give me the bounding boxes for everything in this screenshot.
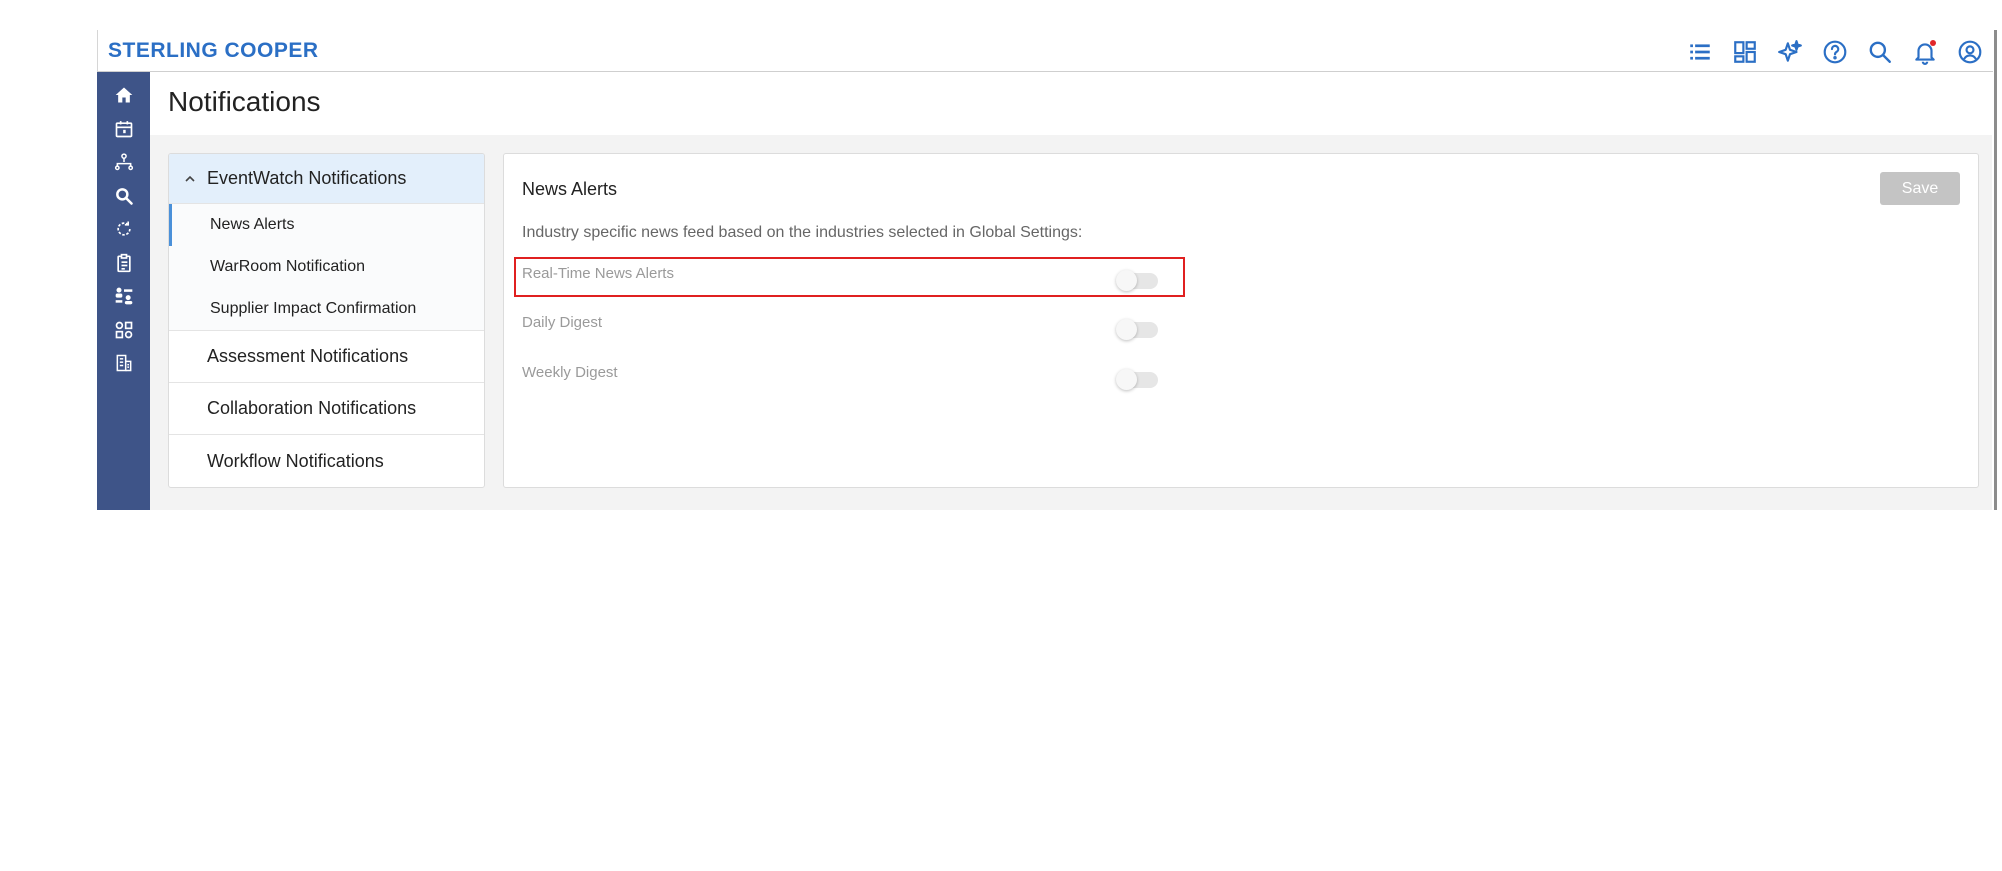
ai-sparkle-icon[interactable] xyxy=(1774,36,1805,67)
setting-label: Real-Time News Alerts xyxy=(522,265,674,282)
save-button[interactable]: Save xyxy=(1880,172,1960,205)
bell-icon[interactable] xyxy=(1909,36,1940,67)
sidebar xyxy=(97,72,150,510)
refresh-icon[interactable] xyxy=(113,218,135,240)
building-icon[interactable] xyxy=(113,352,135,374)
network-icon[interactable] xyxy=(113,151,135,173)
content-area: EventWatch Notifications News Alerts War… xyxy=(150,135,1992,510)
scrollbar[interactable] xyxy=(1994,30,1997,510)
panel-description: Industry specific news feed based on the… xyxy=(522,224,1083,241)
nav-group-eventwatch[interactable]: EventWatch Notifications xyxy=(169,154,484,204)
toggle-knob xyxy=(1116,270,1137,291)
nav-group-collaboration[interactable]: Collaboration Notifications xyxy=(169,383,484,435)
real-time-news-alerts-toggle[interactable] xyxy=(1116,270,1158,291)
nav-group-label: Assessment Notifications xyxy=(207,346,409,366)
clipboard-icon[interactable] xyxy=(113,252,135,274)
home-icon[interactable] xyxy=(113,84,135,106)
search-icon[interactable] xyxy=(113,185,135,207)
nav-group-label: Workflow Notifications xyxy=(207,450,384,471)
nav-item-warroom-notification[interactable]: WarRoom Notification xyxy=(169,246,484,288)
user-account-icon[interactable] xyxy=(1954,36,1985,67)
top-bar: STERLING COOPER xyxy=(97,30,1993,72)
panel-title: News Alerts xyxy=(522,179,618,199)
nav-item-supplier-impact-confirmation[interactable]: Supplier Impact Confirmation xyxy=(169,288,484,330)
top-toolbar xyxy=(1684,36,1985,67)
apps-icon[interactable] xyxy=(113,319,135,341)
setting-label: Weekly Digest xyxy=(522,364,618,381)
brand-logo[interactable]: STERLING COOPER xyxy=(108,39,319,63)
settings-panel: News Alerts Save Industry specific news … xyxy=(503,153,1979,488)
page-title: Notifications xyxy=(168,86,321,117)
calendar-icon[interactable] xyxy=(113,118,135,140)
chevron-up-icon xyxy=(184,173,198,185)
nav-group-workflow[interactable]: Workflow Notifications xyxy=(169,435,484,487)
toggle-knob xyxy=(1116,319,1137,340)
nav-group-label: Collaboration Notifications xyxy=(207,398,417,418)
setting-label: Daily Digest xyxy=(522,314,603,331)
setting-row-weekly-digest: Weekly Digest xyxy=(522,364,1202,404)
page-header: Notifications xyxy=(150,72,1992,135)
notification-dot xyxy=(1930,40,1936,46)
app-window: STERLING COOPER Notifications EventWatch… xyxy=(97,30,1997,510)
nav-item-news-alerts[interactable]: News Alerts xyxy=(169,204,484,246)
toggle-knob xyxy=(1116,369,1137,390)
notification-nav: EventWatch Notifications News Alerts War… xyxy=(168,153,485,488)
setting-row-real-time: Real-Time News Alerts xyxy=(522,265,1202,305)
search-icon[interactable] xyxy=(1864,36,1895,67)
nav-group-assessment[interactable]: Assessment Notifications xyxy=(169,331,484,383)
weekly-digest-toggle[interactable] xyxy=(1116,369,1158,390)
help-icon[interactable] xyxy=(1819,36,1850,67)
nav-group-label: EventWatch Notifications xyxy=(207,168,407,188)
org-chart-icon[interactable] xyxy=(113,285,135,307)
daily-digest-toggle[interactable] xyxy=(1116,319,1158,340)
setting-row-daily-digest: Daily Digest xyxy=(522,314,1202,354)
dashboard-icon[interactable] xyxy=(1729,36,1760,67)
list-icon[interactable] xyxy=(1684,36,1715,67)
eventwatch-sub-list: News Alerts WarRoom Notification Supplie… xyxy=(169,204,484,331)
